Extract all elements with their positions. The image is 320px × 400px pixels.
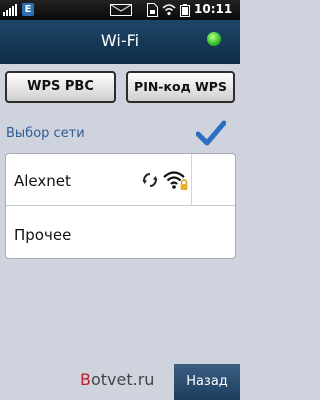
network-item-other[interactable]: Прочее bbox=[6, 206, 235, 258]
edge-icon: E bbox=[22, 3, 34, 16]
pin-wps-button[interactable]: PIN-код WPS bbox=[126, 71, 235, 103]
signal-icon bbox=[3, 4, 17, 16]
wifi-status-indicator bbox=[207, 32, 221, 46]
clock: 10:11 bbox=[194, 2, 233, 16]
sync-icon bbox=[142, 173, 158, 187]
watermark: Botvet.ru bbox=[80, 370, 155, 389]
battery-icon bbox=[180, 4, 190, 17]
network-name: Прочее bbox=[14, 226, 72, 244]
network-list: Alexnet Прочее bbox=[5, 153, 236, 259]
title-bar: Wi-Fi bbox=[0, 20, 240, 64]
envelope-icon bbox=[110, 4, 132, 16]
section-title: Выбор сети bbox=[6, 126, 85, 141]
sim-icon bbox=[147, 3, 158, 17]
wps-pbc-button[interactable]: WPS PBC bbox=[5, 71, 116, 103]
wifi-icon bbox=[162, 4, 176, 16]
page-title: Wi-Fi bbox=[100, 31, 140, 50]
status-bar: E 10:11 bbox=[0, 0, 240, 20]
wifi-signal-lock-icon bbox=[163, 171, 188, 190]
network-name: Alexnet bbox=[14, 172, 71, 190]
checkmark-icon[interactable] bbox=[196, 119, 226, 147]
network-item-alexnet[interactable]: Alexnet bbox=[6, 154, 235, 206]
row-divider bbox=[191, 154, 192, 206]
back-button[interactable]: Назад bbox=[174, 364, 240, 400]
